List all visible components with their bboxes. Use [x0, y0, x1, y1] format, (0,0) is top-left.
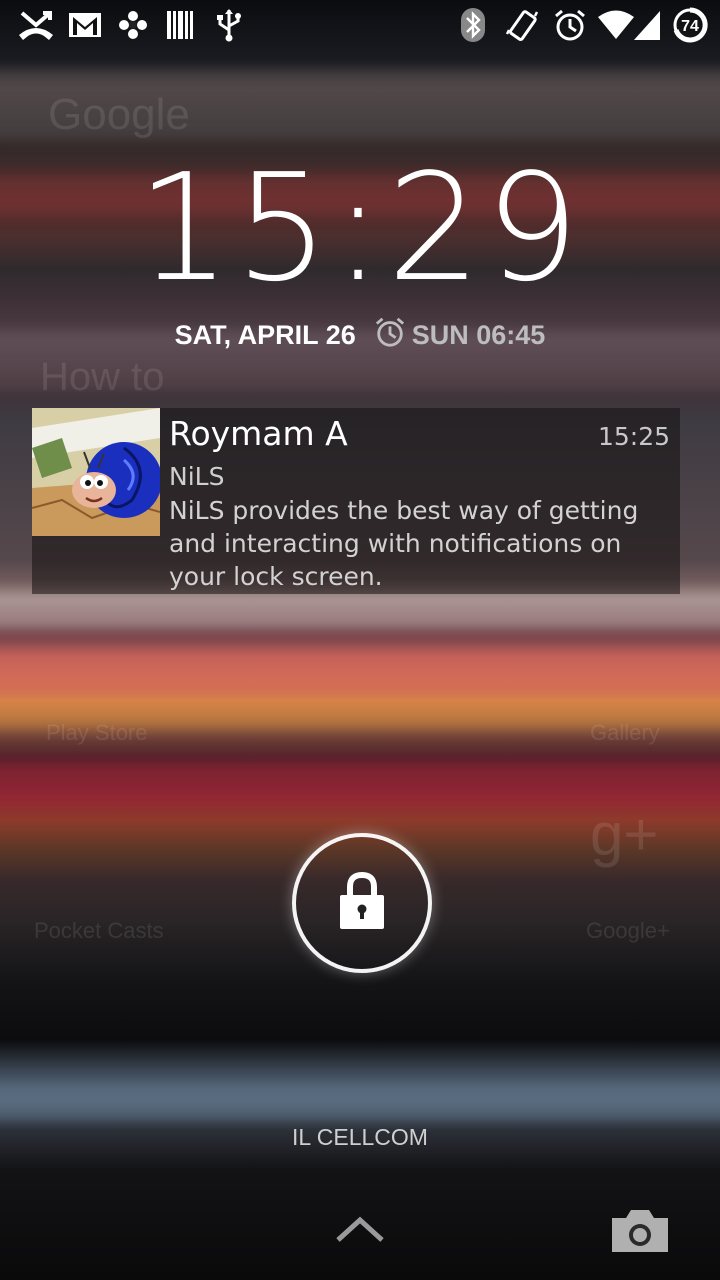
- bluetooth-icon: [458, 8, 488, 42]
- snail-avatar-icon: [32, 408, 160, 536]
- alarm-icon: [374, 316, 406, 355]
- vibrate-icon: [504, 8, 540, 42]
- notification-card[interactable]: Roymam A 15:25 NiLS NiLS provides the be…: [32, 408, 680, 594]
- notification-body: NiLS provides the best way of getting an…: [169, 496, 639, 591]
- notification-app-name: NiLS: [169, 462, 225, 491]
- wifi-icon: [598, 8, 634, 42]
- pinwheel-app-icon: [116, 8, 150, 42]
- gmail-icon: [66, 8, 104, 42]
- alarm-icon: [552, 8, 588, 42]
- carrier-label: IL CELLCOM: [292, 1124, 428, 1150]
- lockscreen-clock: 15:29: [136, 142, 584, 314]
- chevron-up-icon[interactable]: [334, 1214, 386, 1246]
- camera-icon[interactable]: [610, 1208, 670, 1254]
- status-bar: 74: [0, 0, 720, 50]
- signal-icon: [632, 8, 662, 42]
- missed-call-icon: [16, 8, 56, 42]
- notification-title: Roymam A: [169, 414, 348, 453]
- next-alarm-label: SUN 06:45: [411, 320, 546, 350]
- padlock-icon: [338, 871, 386, 935]
- battery-level: 74: [681, 18, 699, 35]
- lockscreen-date: SAT, APRIL 26: [174, 320, 356, 350]
- unlock-button[interactable]: [292, 833, 432, 973]
- date-alarm-row: SAT, APRIL 26 SUN 06:45: [0, 316, 720, 355]
- battery-icon: 74: [672, 7, 708, 43]
- barcode-app-icon: [164, 8, 196, 42]
- notification-time: 15:25: [597, 422, 670, 451]
- next-alarm: SUN 06:45: [374, 316, 546, 355]
- usb-icon: [214, 8, 244, 42]
